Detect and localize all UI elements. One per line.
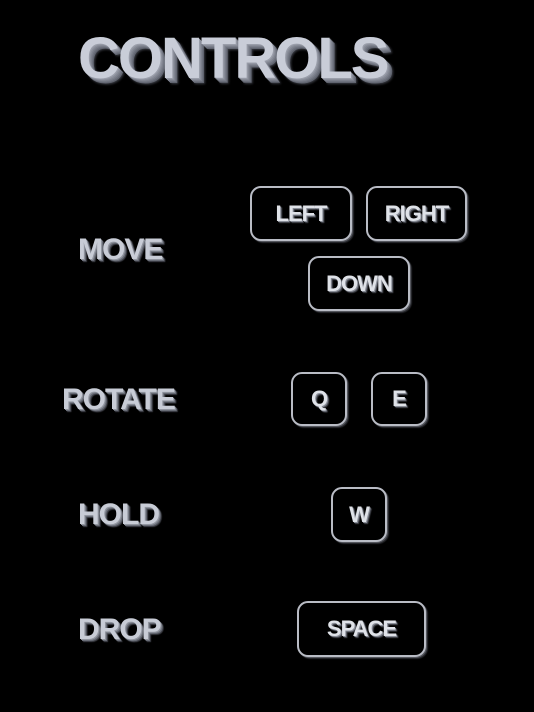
- key-e-button[interactable]: E: [371, 372, 427, 426]
- key-space-button[interactable]: SPACE: [297, 601, 426, 657]
- move-label: MOVE: [78, 233, 163, 266]
- key-right-button[interactable]: RIGHT: [366, 186, 467, 241]
- key-down-button[interactable]: DOWN: [308, 256, 410, 311]
- key-left-button[interactable]: LEFT: [250, 186, 352, 241]
- drop-label: DROP: [78, 613, 162, 646]
- hold-label: HOLD: [78, 498, 160, 531]
- key-w-button[interactable]: W: [331, 487, 387, 542]
- key-q-button[interactable]: Q: [291, 372, 347, 426]
- rotate-label: ROTATE: [62, 383, 176, 416]
- page-title: CONTROLS: [78, 26, 389, 91]
